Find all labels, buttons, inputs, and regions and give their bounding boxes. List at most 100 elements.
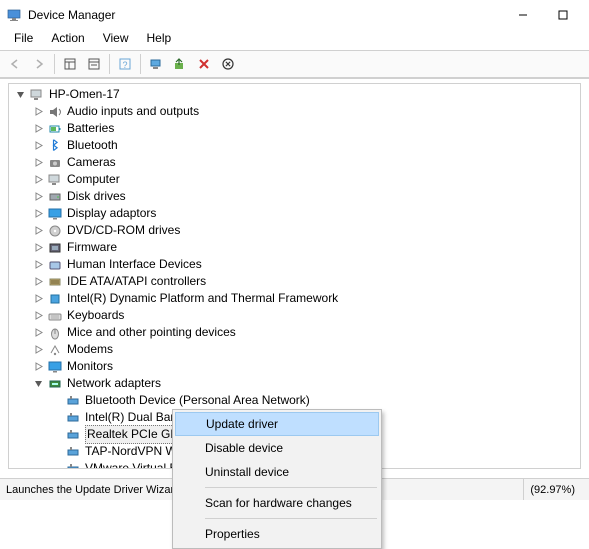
tree-item-label: Network adapters bbox=[67, 375, 161, 392]
tree-item[interactable]: Bluetooth bbox=[13, 137, 576, 154]
update-driver-button[interactable] bbox=[169, 53, 191, 75]
tree-item-label: Batteries bbox=[67, 120, 114, 137]
tree-item[interactable]: Disk drives bbox=[13, 188, 576, 205]
help-button[interactable]: ? bbox=[114, 53, 136, 75]
ctx-separator bbox=[205, 518, 377, 519]
tree-item[interactable]: Mice and other pointing devices bbox=[13, 324, 576, 341]
collapse-icon[interactable] bbox=[31, 377, 45, 391]
expand-icon[interactable] bbox=[31, 105, 45, 119]
status-percent: (92.97%) bbox=[524, 479, 589, 500]
expander-spacer bbox=[49, 462, 63, 470]
svg-text:?: ? bbox=[122, 60, 127, 70]
ctx-disable-device[interactable]: Disable device bbox=[175, 436, 379, 460]
expand-icon[interactable] bbox=[31, 309, 45, 323]
expander-spacer bbox=[49, 411, 63, 425]
menu-help[interactable]: Help bbox=[139, 30, 180, 50]
expand-icon[interactable] bbox=[31, 173, 45, 187]
tree-item[interactable]: Computer bbox=[13, 171, 576, 188]
netchild-icon bbox=[65, 444, 81, 460]
tree-item-label: DVD/CD-ROM drives bbox=[67, 222, 180, 239]
expander-spacer bbox=[49, 445, 63, 459]
tree-item-label: Bluetooth bbox=[67, 137, 118, 154]
tree-item-network-adapters[interactable]: Network adapters bbox=[13, 375, 576, 392]
tree-item[interactable]: DVD/CD-ROM drives bbox=[13, 222, 576, 239]
expand-icon[interactable] bbox=[31, 258, 45, 272]
show-hide-tree-button[interactable] bbox=[59, 53, 81, 75]
tree-root[interactable]: HP-Omen-17 bbox=[13, 86, 576, 103]
ctx-separator bbox=[205, 487, 377, 488]
disp-icon bbox=[47, 359, 63, 375]
tree-item[interactable]: Display adaptors bbox=[13, 205, 576, 222]
dvd-icon bbox=[47, 223, 63, 239]
toolbar: ? bbox=[0, 50, 589, 78]
tree-item-label: Cameras bbox=[67, 154, 116, 171]
menu-file[interactable]: File bbox=[6, 30, 41, 50]
tree-item-label: TAP-NordVPN Win bbox=[85, 443, 186, 460]
menu-view[interactable]: View bbox=[95, 30, 137, 50]
app-icon bbox=[6, 7, 22, 23]
minimize-button[interactable] bbox=[503, 1, 543, 29]
expand-icon[interactable] bbox=[31, 122, 45, 136]
ctx-update-driver[interactable]: Update driver bbox=[175, 412, 379, 436]
expand-icon[interactable] bbox=[31, 343, 45, 357]
expand-icon[interactable] bbox=[31, 292, 45, 306]
expand-icon[interactable] bbox=[31, 139, 45, 153]
expander-spacer bbox=[49, 394, 63, 408]
tree-item-label: Firmware bbox=[67, 239, 117, 256]
expand-icon[interactable] bbox=[31, 275, 45, 289]
expand-icon[interactable] bbox=[31, 190, 45, 204]
maximize-button[interactable] bbox=[543, 1, 583, 29]
expand-icon[interactable] bbox=[31, 224, 45, 238]
tree-item[interactable]: Monitors bbox=[13, 358, 576, 375]
menubar: File Action View Help bbox=[0, 30, 589, 50]
expander-spacer bbox=[49, 428, 63, 442]
modem-icon bbox=[47, 342, 63, 358]
tree-item[interactable]: Audio inputs and outputs bbox=[13, 103, 576, 120]
ctx-properties[interactable]: Properties bbox=[175, 522, 379, 546]
tree-item[interactable]: Intel(R) Dynamic Platform and Thermal Fr… bbox=[13, 290, 576, 307]
separator bbox=[54, 54, 55, 74]
pc-icon bbox=[47, 172, 63, 188]
tree-item-net-child[interactable]: Bluetooth Device (Personal Area Network) bbox=[13, 392, 576, 409]
disk-icon bbox=[47, 189, 63, 205]
tree-item[interactable]: Cameras bbox=[13, 154, 576, 171]
tree-item[interactable]: Keyboards bbox=[13, 307, 576, 324]
uninstall-button[interactable] bbox=[217, 53, 239, 75]
forward-button[interactable] bbox=[28, 53, 50, 75]
netchild-icon bbox=[65, 461, 81, 470]
tree-item[interactable]: Human Interface Devices bbox=[13, 256, 576, 273]
disp-icon bbox=[47, 206, 63, 222]
tree-item-label: Intel(R) Dynamic Platform and Thermal Fr… bbox=[67, 290, 338, 307]
cam-icon bbox=[47, 155, 63, 171]
tree-item[interactable]: Modems bbox=[13, 341, 576, 358]
menu-action[interactable]: Action bbox=[43, 30, 92, 50]
expand-icon[interactable] bbox=[31, 207, 45, 221]
tree-item-label: Human Interface Devices bbox=[67, 256, 202, 273]
collapse-icon[interactable] bbox=[13, 88, 27, 102]
expand-icon[interactable] bbox=[31, 326, 45, 340]
ctx-uninstall-device[interactable]: Uninstall device bbox=[175, 460, 379, 484]
back-button[interactable] bbox=[4, 53, 26, 75]
window-title: Device Manager bbox=[28, 8, 503, 22]
tree-item[interactable]: Batteries bbox=[13, 120, 576, 137]
expand-icon[interactable] bbox=[31, 156, 45, 170]
scan-button[interactable] bbox=[145, 53, 167, 75]
tree-item-label: IDE ATA/ATAPI controllers bbox=[67, 273, 206, 290]
audio-icon bbox=[47, 104, 63, 120]
titlebar: Device Manager bbox=[0, 0, 589, 30]
tree-item-label: Modems bbox=[67, 341, 113, 358]
hid-icon bbox=[47, 257, 63, 273]
tree-item[interactable]: IDE ATA/ATAPI controllers bbox=[13, 273, 576, 290]
tree-item-label: Keyboards bbox=[67, 307, 124, 324]
tree-item-label: Mice and other pointing devices bbox=[67, 324, 236, 341]
netchild-icon bbox=[65, 393, 81, 409]
tree-item-label: HP-Omen-17 bbox=[49, 86, 120, 103]
ctx-scan-hardware[interactable]: Scan for hardware changes bbox=[175, 491, 379, 515]
disable-button[interactable] bbox=[193, 53, 215, 75]
tree-container: HP-Omen-17Audio inputs and outputsBatter… bbox=[0, 78, 589, 473]
properties-button[interactable] bbox=[83, 53, 105, 75]
fw-icon bbox=[47, 240, 63, 256]
expand-icon[interactable] bbox=[31, 360, 45, 374]
tree-item[interactable]: Firmware bbox=[13, 239, 576, 256]
expand-icon[interactable] bbox=[31, 241, 45, 255]
